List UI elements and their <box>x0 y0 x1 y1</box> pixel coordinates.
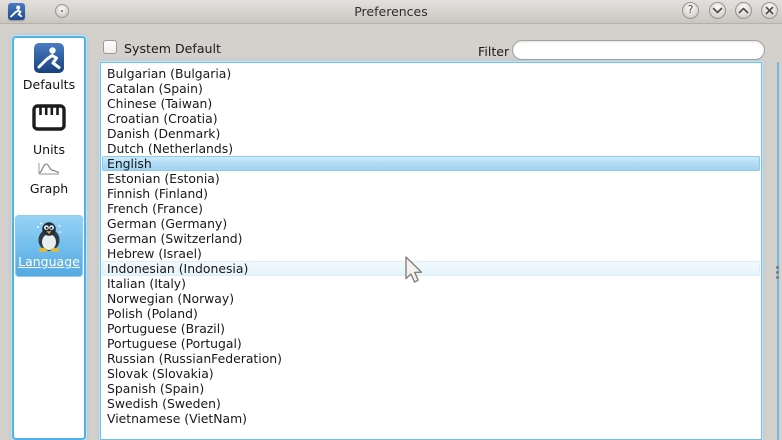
language-list-item[interactable]: Dutch (Netherlands) <box>102 141 760 156</box>
diver-icon <box>33 42 65 74</box>
splitter-handle[interactable] <box>777 62 779 440</box>
language-list-item[interactable]: Hebrew (Israel) <box>102 246 760 261</box>
language-list-item[interactable]: Bulgarian (Bulgaria) <box>102 66 760 81</box>
sidebar-item-language[interactable]: Language <box>15 215 83 277</box>
chevron-up-icon <box>738 6 749 15</box>
sidebar-item-label: Graph <box>30 181 68 196</box>
help-icon: ? <box>688 5 694 16</box>
close-icon <box>765 6 774 15</box>
close-button[interactable] <box>761 2 778 19</box>
ruler-icon <box>32 104 66 131</box>
system-default-label: System Default <box>124 41 221 56</box>
sidebar-item-label: Defaults <box>23 77 75 92</box>
language-list-item[interactable]: Italian (Italy) <box>102 276 760 291</box>
sidebar-item-label: Language <box>18 254 80 269</box>
system-default-checkbox[interactable] <box>103 40 117 54</box>
language-list-item[interactable]: Croatian (Croatia) <box>102 111 760 126</box>
sidebar-item-graph[interactable]: Graph <box>14 161 84 196</box>
filter-input[interactable] <box>512 40 765 60</box>
language-list-item[interactable]: Portuguese (Portugal) <box>102 336 760 351</box>
language-list-item[interactable]: German (Germany) <box>102 216 760 231</box>
language-list-item[interactable]: Swedish (Sweden) <box>102 396 760 411</box>
sidebar-item-label: Units <box>33 142 65 157</box>
help-button[interactable]: ? <box>682 2 699 19</box>
language-list-item[interactable]: Catalan (Spain) <box>102 81 760 96</box>
language-list-item[interactable]: German (Switzerland) <box>102 231 760 246</box>
penguin-icon <box>33 220 65 252</box>
shade-button[interactable] <box>709 2 726 19</box>
language-list-item[interactable]: Chinese (Taiwan) <box>102 96 760 111</box>
language-list-item[interactable]: French (France) <box>102 201 760 216</box>
language-list-item[interactable]: Danish (Denmark) <box>102 126 760 141</box>
sidebar-item-units[interactable]: Units <box>14 104 84 157</box>
language-list-item[interactable]: Estonian (Estonia) <box>102 171 760 186</box>
language-list-item[interactable]: Russian (RussianFederation) <box>102 351 760 366</box>
splitter-grip-icon <box>776 271 779 274</box>
language-list-item[interactable]: Polish (Poland) <box>102 306 760 321</box>
splitter-grip-icon <box>776 266 779 269</box>
splitter-grip-icon <box>776 276 779 279</box>
language-list-item[interactable]: Portuguese (Brazil) <box>102 321 760 336</box>
window-title: Preferences <box>0 4 782 19</box>
language-list-item[interactable]: Vietnamese (VietNam) <box>102 411 760 426</box>
language-list-item[interactable]: Indonesian (Indonesia) <box>102 261 760 276</box>
language-list-item[interactable]: Spanish (Spain) <box>102 381 760 396</box>
titlebar[interactable]: Preferences ? <box>0 0 782 24</box>
chevron-down-icon <box>712 6 723 15</box>
sidebar-item-defaults[interactable]: Defaults <box>14 42 84 92</box>
language-list[interactable]: Bulgarian (Bulgaria)Catalan (Spain)Chine… <box>100 62 762 440</box>
keep-above-button[interactable] <box>735 2 752 19</box>
language-list-item[interactable]: Finnish (Finland) <box>102 186 760 201</box>
language-list-item[interactable]: English <box>102 156 760 171</box>
language-list-item[interactable]: Slovak (Slovakia) <box>102 366 760 381</box>
sidebar: Defaults Units Graph <box>12 36 86 440</box>
graph-icon <box>38 161 60 175</box>
preferences-window: Preferences ? De <box>0 0 782 440</box>
language-list-item[interactable]: Norwegian (Norway) <box>102 291 760 306</box>
filter-label: Filter <box>478 44 509 59</box>
